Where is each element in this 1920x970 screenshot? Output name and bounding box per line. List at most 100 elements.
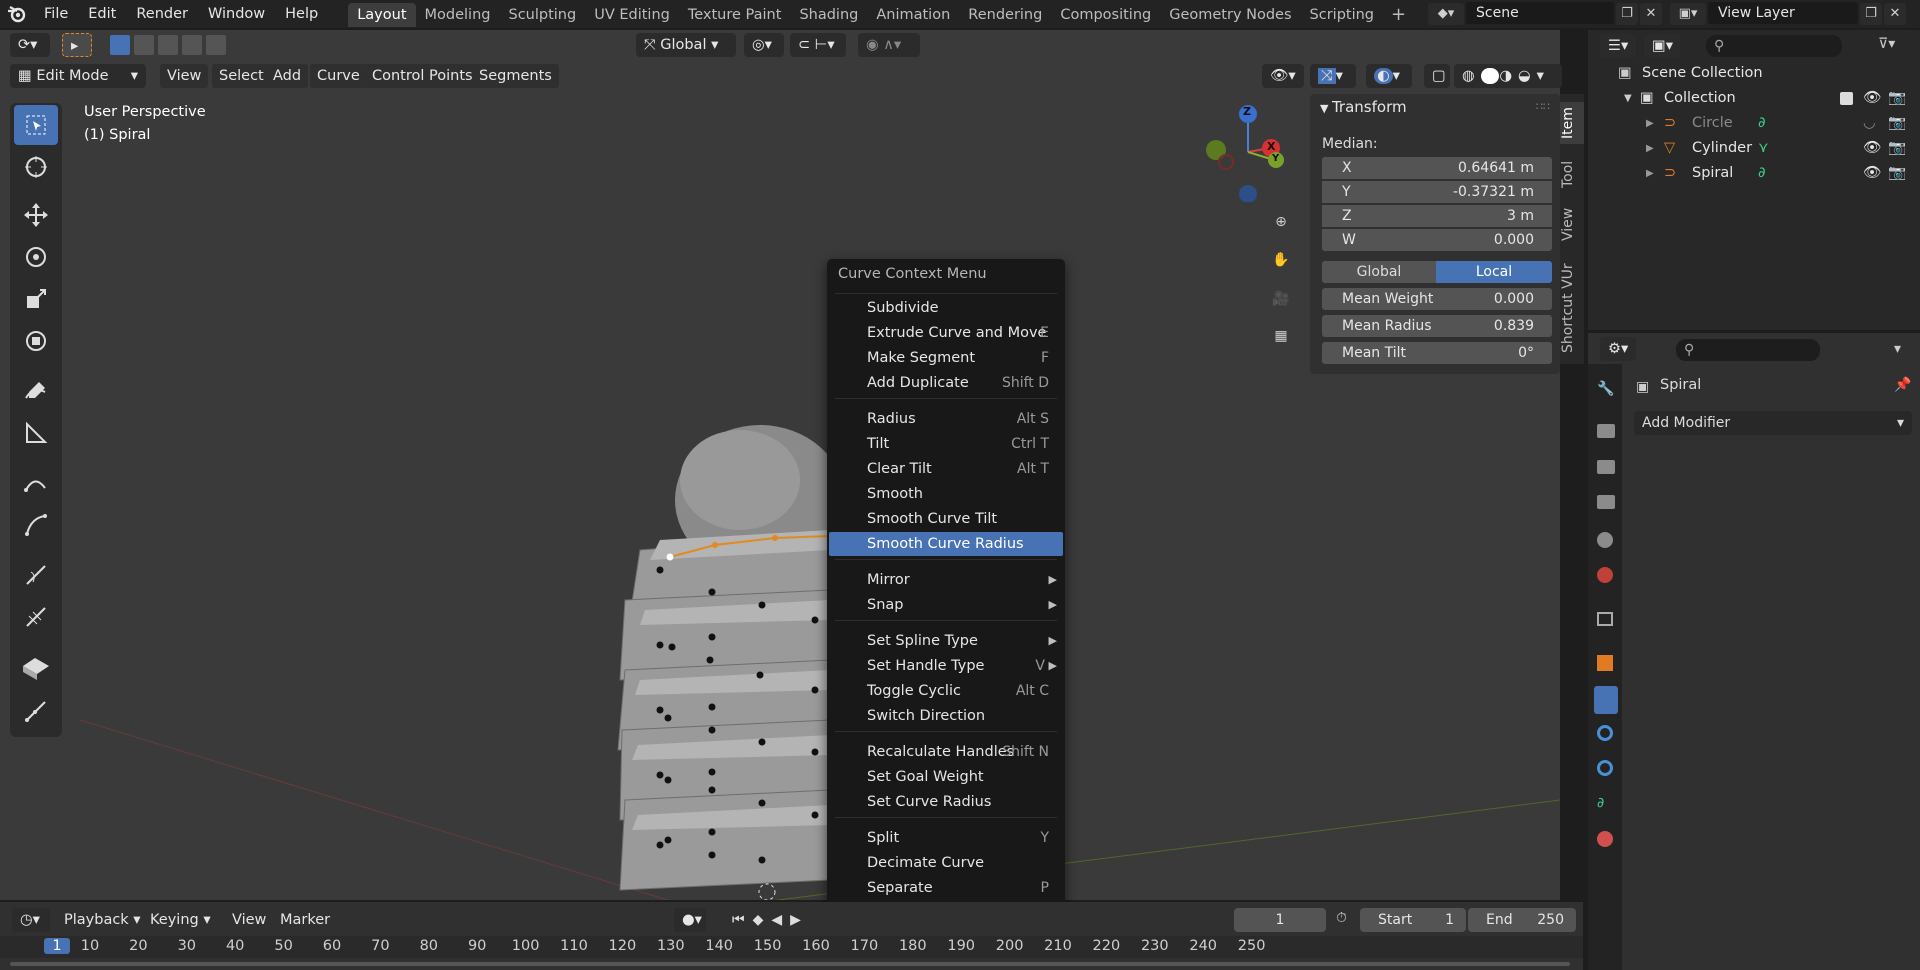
gizmo-toggle[interactable]: ⤨ ▾ [1310, 64, 1356, 88]
menu-window[interactable]: Window [198, 0, 275, 28]
menu-item-set-goal-weight[interactable]: Set Goal Weight [829, 765, 1063, 789]
viewport-menu-view[interactable]: View [160, 64, 209, 88]
data-icon[interactable]: ⋎ [1758, 136, 1769, 161]
snap-toggle[interactable]: ⊂ ⊢▾ [790, 33, 846, 57]
curve-data-props-icon[interactable]: ∂ [1597, 795, 1615, 813]
tilt-tool-icon[interactable] [14, 555, 58, 595]
extrude-tool-icon[interactable] [14, 647, 58, 687]
menu-item-extrude-curve-and-move[interactable]: Extrude Curve and Move E [829, 321, 1063, 345]
global-toggle-button[interactable]: Global [1322, 261, 1436, 283]
median-y-field[interactable]: Y -0.37321 m [1322, 181, 1552, 203]
prev-keyframe-icon[interactable]: ◆ [753, 912, 772, 928]
outliner-search-input[interactable]: ⚲ [1706, 35, 1842, 57]
properties-search-input[interactable]: ⚲ [1676, 339, 1820, 361]
physics-props-icon[interactable] [1597, 760, 1613, 776]
median-w-field[interactable]: W 0.000 [1322, 229, 1552, 251]
menu-item-tilt[interactable]: Tilt Ctrl T [829, 432, 1063, 456]
select-tool-toggle[interactable]: ▸ [62, 33, 92, 57]
particles-props-icon[interactable] [1597, 725, 1613, 741]
outliner-editor-type-button[interactable]: ☰▾ [1600, 34, 1636, 58]
tab-texture-paint[interactable]: Texture Paint [679, 3, 791, 27]
menu-item-set-handle-type[interactable]: Set Handle Type V ▶ [829, 654, 1063, 678]
scene-collection-row[interactable]: ▣ Scene Collection [1588, 61, 1920, 86]
render-camera-icon[interactable]: 📷 [1888, 111, 1906, 136]
camera-view-icon[interactable]: 🎥 [1266, 284, 1296, 314]
median-x-field[interactable]: X 0.64641 m [1322, 157, 1552, 179]
menu-item-mirror[interactable]: Mirror ▶ [829, 568, 1063, 592]
menu-item-decimate-curve[interactable]: Decimate Curve [829, 851, 1063, 875]
mode-dropdown[interactable]: ▦ Edit Mode ▾ [10, 64, 146, 88]
menu-item-add-duplicate[interactable]: Add Duplicate Shift D [829, 371, 1063, 395]
outliner-item-cylinder[interactable]: ▶ ▽ Cylinder ⋎ 👁 📷 [1588, 136, 1920, 161]
expand-arrow-icon[interactable]: ▶ [1646, 136, 1654, 161]
expand-arrow-icon[interactable]: ▶ [1646, 161, 1654, 186]
editor-type-button[interactable]: ⟳▾ [10, 33, 50, 57]
data-icon[interactable]: ∂ [1758, 161, 1766, 186]
mode-subtract-icon[interactable] [158, 35, 178, 55]
navigation-gizmo[interactable]: Z X Y [1200, 102, 1300, 203]
xray-toggle[interactable]: ▢ [1424, 64, 1450, 88]
zoom-icon[interactable]: ⊕ [1266, 207, 1296, 237]
tab-shortcut-vur[interactable]: Shortcut VUr [1560, 260, 1584, 356]
visibility-eye-icon[interactable]: 👁 [1863, 161, 1881, 186]
blender-logo-icon[interactable] [0, 0, 34, 28]
mode-new-icon[interactable] [110, 35, 130, 55]
exclude-checkbox[interactable] [1840, 92, 1853, 105]
viewport-menu-curve[interactable]: Curve [310, 64, 367, 88]
view-menu[interactable]: View [232, 908, 266, 932]
end-frame-field[interactable]: End 250 [1468, 908, 1576, 932]
transform-panel-header[interactable]: ▼ Transform [1320, 98, 1407, 116]
view-layer-props-icon[interactable] [1597, 495, 1615, 509]
tab-item[interactable]: Item [1560, 102, 1584, 144]
display-mode-button[interactable]: ▣▾ [1644, 34, 1680, 58]
current-frame-field[interactable]: 1 [1234, 908, 1326, 932]
modifier-props-icon[interactable] [1594, 686, 1618, 714]
menu-item-switch-direction[interactable]: Switch Direction [829, 704, 1063, 728]
menu-item-clear-tilt[interactable]: Clear Tilt Alt T [829, 457, 1063, 481]
delete-scene-icon[interactable]: ✕ [1640, 3, 1662, 25]
scene-name-field[interactable]: Scene [1466, 2, 1614, 24]
menu-item-recalculate-handles[interactable]: Recalculate Handles Shift N [829, 740, 1063, 764]
menu-edit[interactable]: Edit [78, 0, 126, 28]
visibility-dropdown[interactable]: 👁▾ [1262, 64, 1304, 88]
timeline-editor-type-button[interactable]: ◷▾ [12, 908, 50, 932]
measure-tool-icon[interactable] [14, 413, 58, 453]
keying-menu[interactable]: Keying ▾ [150, 908, 211, 932]
viewport-menu-control-points[interactable]: Control Points [365, 64, 480, 88]
viewport-menu-segments[interactable]: Segments [472, 64, 559, 88]
start-frame-field[interactable]: Start 1 [1360, 908, 1466, 932]
new-scene-icon[interactable]: ❐ [1616, 3, 1638, 25]
menu-item-make-segment[interactable]: Make Segment F [829, 346, 1063, 370]
ortho-grid-icon[interactable]: ▦ [1266, 321, 1296, 351]
tab-sculpting[interactable]: Sculpting [499, 3, 585, 27]
rotate-tool-icon[interactable] [14, 237, 58, 277]
draw-curve-tool-icon[interactable] [14, 463, 58, 503]
add-workspace-button[interactable]: + [1383, 4, 1414, 25]
data-icon[interactable]: ∂ [1758, 111, 1766, 136]
tab-compositing[interactable]: Compositing [1051, 3, 1160, 27]
panel-drag-handle-icon[interactable]: ∷∷ [1536, 100, 1550, 113]
annotate-tool-icon[interactable] [14, 371, 58, 411]
add-modifier-dropdown[interactable]: Add Modifier ▾ [1634, 411, 1912, 435]
view-layer-field[interactable]: View Layer [1708, 2, 1858, 24]
tab-uv-editing[interactable]: UV Editing [585, 3, 679, 27]
local-toggle-button[interactable]: Local [1436, 261, 1552, 283]
pivot-point-dropdown[interactable]: ◎▾ [744, 33, 784, 57]
cursor-tool-icon[interactable] [14, 147, 58, 187]
radius-tool-icon[interactable] [14, 597, 58, 637]
render-camera-icon[interactable]: 📷 [1888, 86, 1906, 111]
render-camera-icon[interactable]: 📷 [1888, 161, 1906, 186]
mode-invert-icon[interactable] [182, 35, 202, 55]
pin-icon[interactable]: 📌 [1894, 377, 1911, 393]
stopwatch-icon[interactable]: ⏱ [1336, 910, 1347, 926]
tab-tool[interactable]: Tool [1560, 156, 1584, 192]
pen-tool-icon[interactable] [14, 505, 58, 545]
tab-rendering[interactable]: Rendering [959, 3, 1051, 27]
playback-controls[interactable]: ⏮◆◀▶ [732, 908, 809, 932]
menu-item-set-curve-radius[interactable]: Set Curve Radius [829, 790, 1063, 814]
tab-geometry-nodes[interactable]: Geometry Nodes [1160, 3, 1300, 27]
mean-weight-field[interactable]: Mean Weight 0.000 [1322, 288, 1552, 310]
menu-item-split[interactable]: Split Y [829, 826, 1063, 850]
shading-modes[interactable]: ◍●◑◒▾ [1454, 64, 1562, 88]
tab-layout[interactable]: Layout [348, 3, 416, 27]
